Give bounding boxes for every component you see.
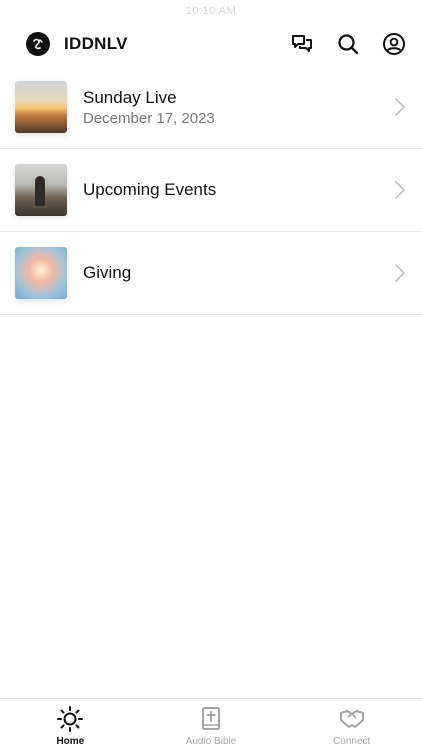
- list-item-giving[interactable]: Giving: [0, 232, 422, 315]
- search-button[interactable]: [336, 32, 360, 56]
- tab-bar: Home Audio Bible Connect: [0, 698, 422, 750]
- tab-label: Audio Bible: [185, 736, 237, 747]
- list-item-title: Sunday Live: [83, 87, 177, 107]
- list-item-text: Giving: [83, 263, 394, 283]
- tab-audio-bible[interactable]: Audio Bible: [141, 699, 282, 750]
- list-item-title: Upcoming Events: [83, 180, 217, 199]
- tab-home[interactable]: Home: [0, 699, 141, 750]
- hands-with-light-image: [15, 247, 67, 299]
- tab-label: Connect: [333, 736, 371, 747]
- content-list: Sunday Live December 17, 2023 Upcoming E…: [0, 66, 422, 315]
- list-item-text: Upcoming Events: [83, 180, 394, 200]
- header-actions: [290, 32, 406, 56]
- list-item-sunday-live[interactable]: Sunday Live December 17, 2023: [0, 66, 422, 149]
- app-header: IDDNLV: [0, 22, 422, 66]
- chevron-right-icon: [394, 180, 406, 200]
- user-circle-icon: [383, 33, 405, 55]
- handshake-icon: [338, 705, 366, 733]
- list-item-upcoming-events[interactable]: Upcoming Events: [0, 149, 422, 232]
- chat-bubbles-icon: [292, 35, 312, 52]
- sun-icon: [56, 705, 84, 733]
- messages-button[interactable]: [290, 32, 314, 56]
- profile-button[interactable]: [382, 32, 406, 56]
- sunset-image: [15, 81, 67, 133]
- list-item-text: Sunday Live December 17, 2023: [83, 88, 394, 127]
- status-bar: 10:10 AM: [0, 0, 422, 22]
- app-screen: 10:10 AM IDDNLV Sunday Live December 17,…: [0, 0, 422, 750]
- person-on-hill-image: [15, 164, 67, 216]
- status-time: 10:10 AM: [185, 5, 237, 17]
- chevron-right-icon: [394, 97, 406, 117]
- tab-label: Home: [56, 736, 85, 747]
- bible-icon: [197, 705, 225, 733]
- app-logo-icon: [26, 32, 50, 56]
- search-icon: [338, 34, 359, 55]
- tab-connect[interactable]: Connect: [281, 699, 422, 750]
- app-title: IDDNLV: [64, 34, 128, 53]
- list-item-subtitle: December 17, 2023: [83, 109, 215, 127]
- chevron-right-icon: [394, 263, 406, 283]
- list-item-title: Giving: [83, 263, 132, 282]
